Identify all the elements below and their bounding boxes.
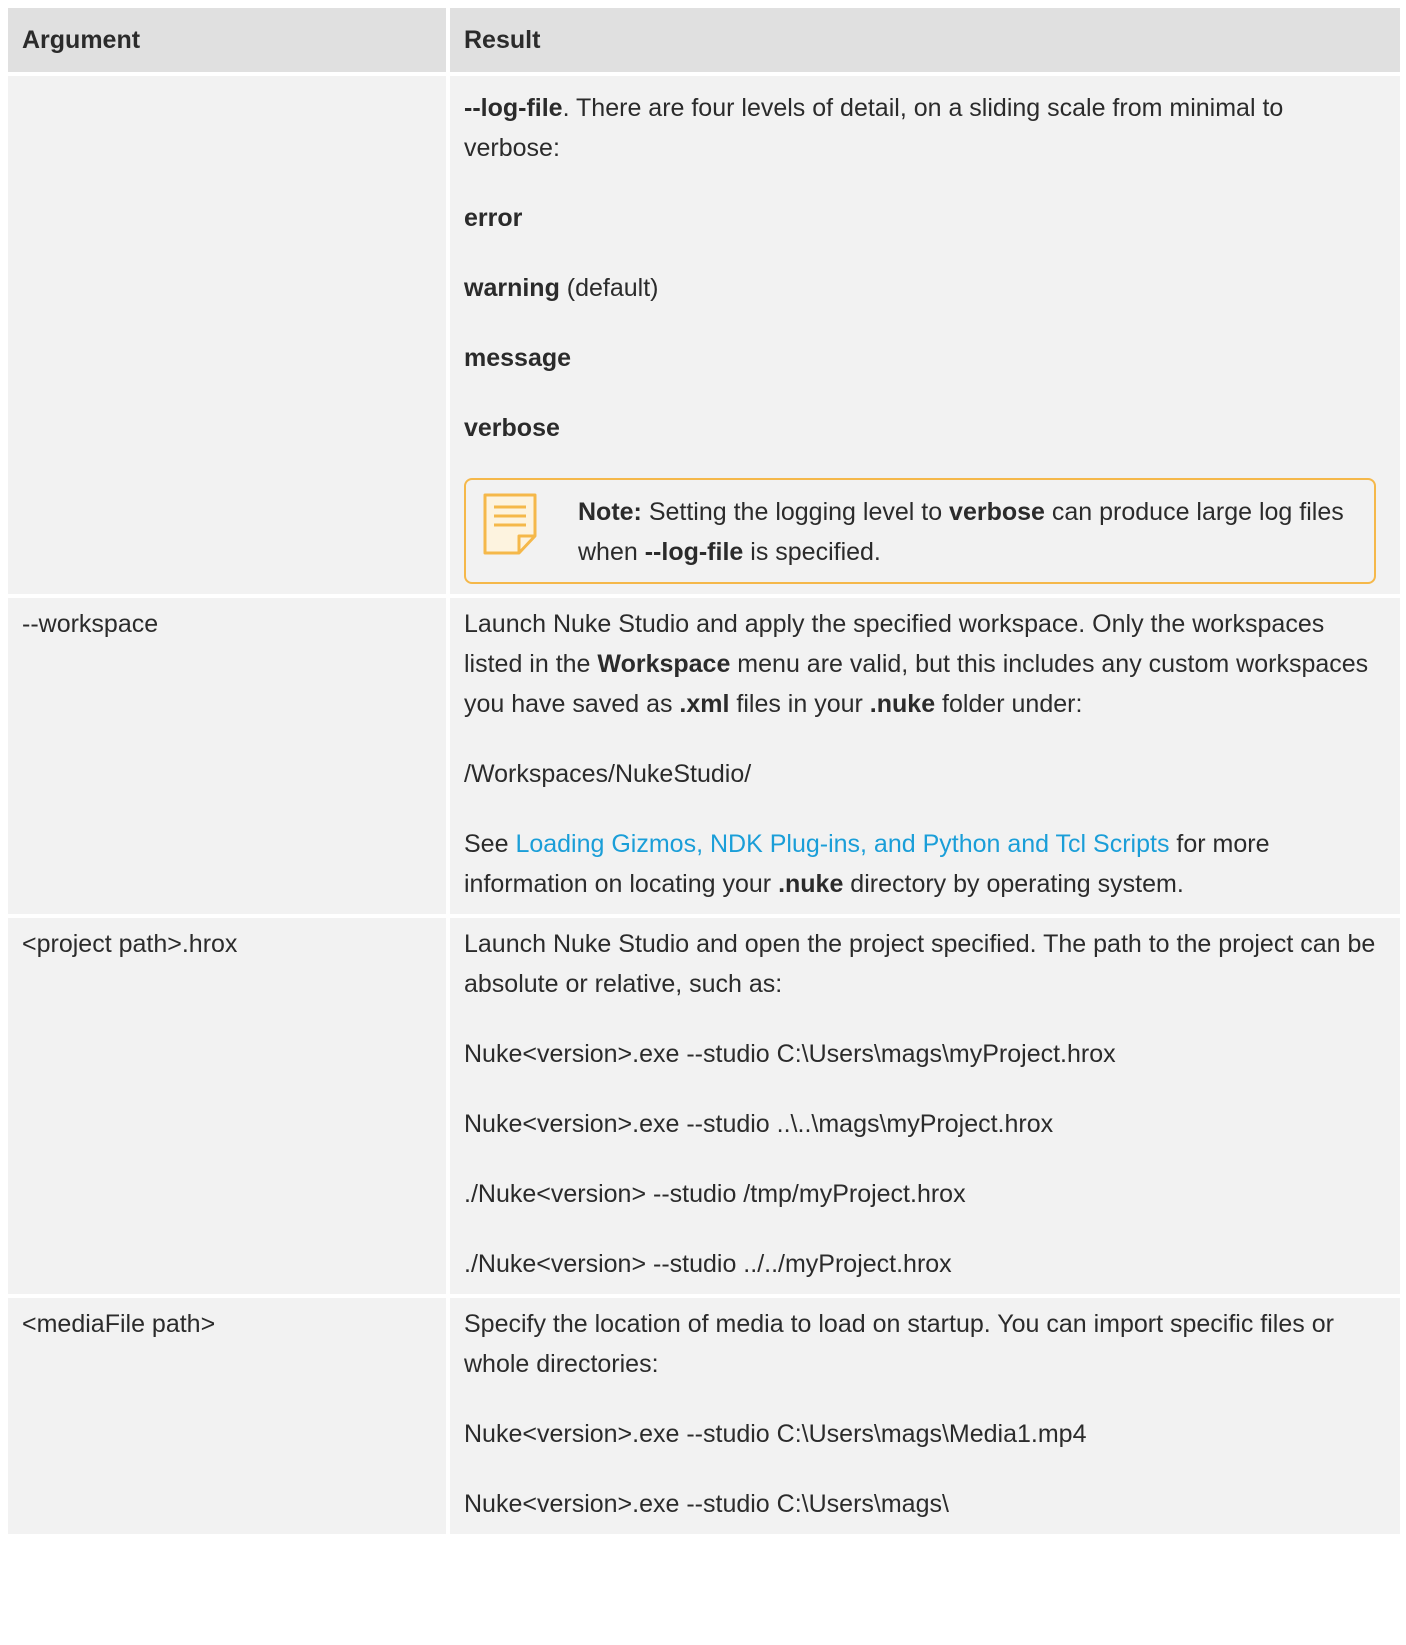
bold-text: .nuke <box>778 870 844 898</box>
argument-cell: <mediaFile path> <box>8 1296 450 1538</box>
level-suffix: (default) <box>559 274 659 302</box>
path-text: /Workspaces/NukeStudio/ <box>464 760 752 788</box>
example-command: Nuke<version>.exe --studio C:\Users\mags… <box>464 1040 1116 1068</box>
table-row: <mediaFile path> Specify the location of… <box>8 1296 1400 1538</box>
example-command: ./Nuke<version> --studio /tmp/myProject.… <box>464 1180 966 1208</box>
level-item: verbose <box>464 408 1386 448</box>
paragraph-text: . There are four levels of detail, on a … <box>464 94 1284 162</box>
table-row: --log-file. There are four levels of det… <box>8 74 1400 598</box>
example-command: Nuke<version>.exe --studio C:\Users\mags… <box>464 1490 949 1518</box>
level-name: error <box>464 204 523 232</box>
option-name: --log-file <box>464 94 563 122</box>
result-cell: Launch Nuke Studio and open the project … <box>448 916 1400 1298</box>
result-paragraph: Launch Nuke Studio and open the project … <box>464 930 1376 998</box>
paragraph-text: See <box>464 830 516 858</box>
level-item: error <box>464 198 1386 238</box>
example-command: Nuke<version>.exe --studio C:\Users\mags… <box>464 1420 1087 1448</box>
table-header-row: Argument Result <box>8 8 1400 76</box>
level-name: warning <box>464 274 560 302</box>
level-item: warning (default) <box>464 268 1386 308</box>
example-command: ./Nuke<version> --studio ../../myProject… <box>464 1250 952 1278</box>
note-text: Note: Setting the logging level to verbo… <box>578 492 1358 572</box>
arguments-table: Argument Result --log-file. There are fo… <box>8 8 1400 1538</box>
loading-gizmos-link[interactable]: Loading Gizmos, NDK Plug-ins, and Python… <box>515 830 1169 858</box>
result-paragraph: Launch Nuke Studio and apply the specifi… <box>464 604 1386 724</box>
argument-cell: <project path>.hrox <box>8 916 450 1298</box>
result-cell: Specify the location of media to load on… <box>448 1296 1400 1538</box>
note-text-part: Setting the logging level to <box>641 498 950 526</box>
level-name: verbose <box>464 414 560 442</box>
bold-text: Workspace <box>597 650 731 678</box>
example-command: Nuke<version>.exe --studio ..\..\mags\my… <box>464 1110 1054 1138</box>
table-row: <project path>.hrox Launch Nuke Studio a… <box>8 916 1400 1298</box>
header-result: Result <box>448 8 1400 76</box>
note-text-part: is specified. <box>743 538 881 566</box>
argument-cell: --workspace <box>8 596 450 918</box>
result-cell: --log-file. There are four levels of det… <box>448 74 1400 598</box>
result-paragraph: See Loading Gizmos, NDK Plug-ins, and Py… <box>464 824 1386 904</box>
paragraph-text: folder under: <box>935 690 1083 718</box>
result-paragraph: --log-file. There are four levels of det… <box>464 88 1386 168</box>
note-box: Note: Setting the logging level to verbo… <box>464 478 1376 584</box>
note-bold-part: --log-file <box>644 538 744 566</box>
paragraph-text: directory by operating system. <box>843 870 1184 898</box>
table-row: --workspace Launch Nuke Studio and apply… <box>8 596 1400 918</box>
bold-text: .nuke <box>869 690 936 718</box>
note-icon <box>483 493 537 555</box>
level-item: message <box>464 338 1386 378</box>
note-bold-part: verbose <box>949 498 1045 526</box>
level-name: message <box>464 344 572 372</box>
bold-text: .xml <box>679 690 730 718</box>
argument-cell <box>8 74 450 598</box>
header-argument: Argument <box>8 8 450 76</box>
result-paragraph: Specify the location of media to load on… <box>464 1310 1334 1378</box>
result-cell: Launch Nuke Studio and apply the specifi… <box>448 596 1400 918</box>
paragraph-text: files in your <box>729 690 870 718</box>
note-label: Note: <box>578 498 642 526</box>
